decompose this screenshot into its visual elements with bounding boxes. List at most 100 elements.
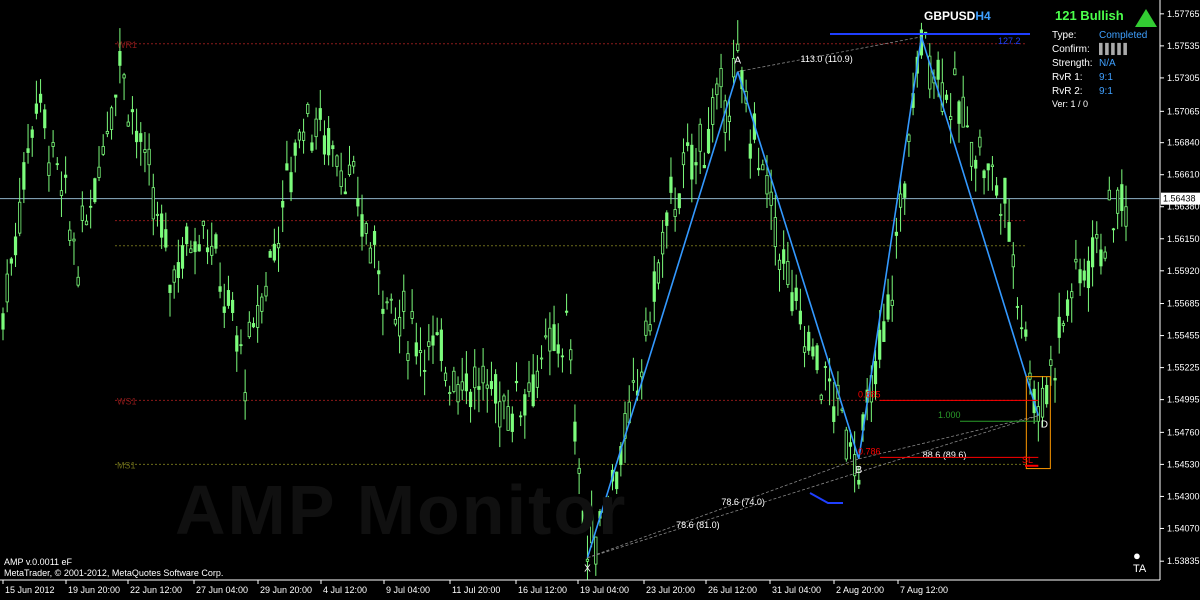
candle-body — [535, 370, 539, 388]
x-tick-label-14: 7 Aug 12:00 — [900, 585, 948, 595]
candle-body — [1116, 189, 1120, 214]
copyright: MetaTrader, © 2001-2012, MetaQuotes Soft… — [4, 568, 224, 578]
candle — [406, 341, 410, 380]
candle-body — [978, 136, 982, 148]
candle — [661, 219, 665, 278]
candle — [89, 189, 93, 229]
candle-body — [1007, 222, 1011, 242]
candle — [1065, 290, 1070, 322]
candle — [38, 79, 43, 113]
candle — [844, 426, 848, 462]
candle — [347, 145, 352, 177]
candle — [5, 259, 9, 313]
candle — [498, 381, 502, 448]
candle-body — [494, 374, 498, 404]
candle-body — [109, 107, 114, 130]
candle — [982, 169, 986, 195]
candle-body — [226, 290, 231, 306]
y-tick-label-14: 1.54530 — [1167, 459, 1200, 469]
candle-body — [794, 287, 798, 301]
candle-body — [957, 101, 961, 124]
watermark-text: AMP Monitor — [175, 471, 628, 549]
candle-body — [114, 94, 118, 98]
candle — [1111, 227, 1116, 243]
candle — [773, 194, 777, 266]
candle — [823, 361, 828, 391]
candle — [485, 369, 489, 413]
candle — [251, 317, 256, 329]
candle-body — [677, 193, 681, 209]
candle — [1082, 258, 1086, 288]
candle-body — [807, 331, 811, 351]
candle — [109, 105, 114, 140]
x-tick-label-5: 4 Jul 12:00 — [323, 585, 367, 595]
candle-body — [882, 321, 886, 342]
x-tick-label-9: 19 Jul 04:00 — [580, 585, 629, 595]
candle-body — [276, 243, 281, 249]
candle — [101, 134, 105, 156]
candle — [665, 210, 669, 249]
point-label-A: A — [734, 56, 741, 67]
ratio-label-3: 88.6 (89.6) — [923, 450, 967, 460]
candle-body — [260, 296, 264, 312]
ratio-label-0: 113.0 (110.9) — [800, 54, 852, 64]
candle — [452, 366, 456, 394]
candle-body — [815, 345, 819, 371]
indicator-version: AMP v.0.0011 eF — [4, 557, 73, 567]
candle-body — [681, 152, 686, 166]
candle — [882, 303, 886, 342]
footer: AMP v.0.0011 eF MetaTrader, © 2001-2012,… — [4, 557, 223, 579]
candle — [1086, 246, 1091, 312]
candle — [268, 249, 272, 258]
candle-body — [886, 294, 890, 320]
candle — [999, 203, 1003, 235]
candle-body — [76, 276, 80, 286]
candle-body — [1111, 228, 1116, 231]
candle-body — [443, 372, 448, 381]
candle — [736, 20, 740, 53]
candle-body — [84, 220, 89, 226]
candle-body — [898, 193, 903, 208]
candle-body — [481, 365, 485, 384]
candle — [43, 104, 47, 140]
candle-body — [306, 103, 310, 114]
candle-body — [477, 386, 481, 390]
candle-body — [143, 149, 147, 153]
candle — [256, 285, 260, 343]
candle-body — [5, 273, 9, 303]
candle-body — [994, 185, 999, 196]
candle — [544, 318, 548, 340]
candle — [1057, 292, 1061, 354]
candle — [953, 51, 957, 76]
x-tick-label-0: 15 Jun 2012 — [5, 585, 55, 595]
candle — [573, 404, 577, 455]
candle — [1011, 242, 1015, 289]
candle — [748, 129, 752, 179]
candle — [468, 389, 473, 423]
candle — [214, 232, 218, 254]
candle-body — [448, 392, 452, 395]
candle-body — [890, 299, 894, 306]
candle-body — [385, 301, 389, 304]
candle — [218, 262, 222, 299]
candle-body — [1049, 359, 1053, 366]
candle — [439, 318, 443, 372]
candle — [1095, 221, 1099, 254]
candle-body — [936, 59, 940, 80]
candle-body — [715, 83, 719, 96]
candle — [306, 102, 310, 118]
candle — [281, 180, 285, 233]
candle — [969, 141, 974, 181]
x-tick-label-8: 16 Jul 12:00 — [518, 585, 567, 595]
candle — [978, 129, 982, 156]
ta-icon[interactable]: ● TA — [1133, 548, 1146, 575]
candle — [711, 88, 715, 143]
candle — [564, 293, 569, 316]
candle — [631, 357, 635, 391]
candle-body — [773, 217, 777, 248]
candle — [180, 236, 185, 279]
current-price-label: 1.56438 — [1163, 194, 1196, 204]
candle — [243, 369, 247, 420]
candle-body — [1045, 384, 1049, 405]
x-tick-label-6: 9 Jul 04:00 — [386, 585, 430, 595]
